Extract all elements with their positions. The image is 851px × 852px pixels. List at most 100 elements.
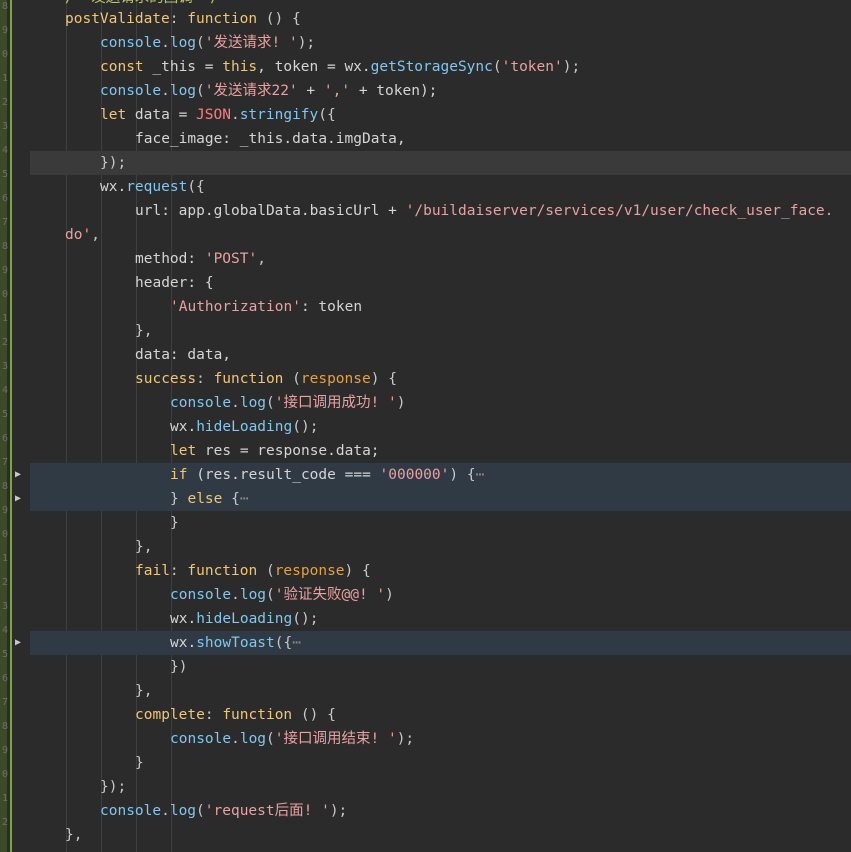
line-number: 2 (1, 97, 8, 108)
code-token: ) { (344, 563, 371, 579)
code-editor[interactable]: /* 发送请求的回调 */ postValidate: function () … (30, 0, 851, 852)
code-token: 'request后面! ' (204, 803, 330, 819)
code-token: }, (135, 323, 153, 339)
line-number: 1 (1, 793, 8, 804)
code-token: , (257, 251, 266, 267)
line-number: 0 (1, 289, 8, 300)
code-token: res = response.data; (196, 443, 380, 459)
code-token: log (239, 395, 267, 411)
code-text: const _this = this, token = wx.getStorag… (100, 55, 580, 79)
code-token: : token (300, 299, 363, 315)
line-number: 5 (1, 169, 8, 180)
code-token: function (222, 707, 293, 723)
chevron-right-icon[interactable]: ▶ (15, 631, 25, 655)
code-token: 'token' (501, 59, 563, 75)
code-text: fail: function (response) { (135, 559, 371, 583)
code-token: } (135, 755, 144, 771)
code-token: '发送请求! ' (204, 35, 298, 51)
code-token: method: (135, 251, 205, 267)
code-token: else (187, 491, 223, 507)
code-text: complete: function () { (135, 703, 336, 727)
code-text: } else {⋯ (170, 487, 249, 511)
code-line: data: data, (30, 343, 851, 367)
line-number: 4 (1, 145, 8, 156)
code-token: success (135, 371, 197, 387)
code-token: }); (100, 779, 127, 795)
code-line: complete: function () { (30, 703, 851, 727)
code-line: console.log('接口调用结束! '); (30, 727, 851, 751)
code-text: console.log('验证失败@@! ') (170, 583, 394, 607)
line-number: 0 (1, 769, 8, 780)
code-token: '验证失败@@! ' (274, 587, 386, 603)
code-token: wx. (170, 611, 197, 627)
chevron-right-icon[interactable]: ▶ (15, 487, 25, 511)
code-text: wx.hideLoading(); (170, 415, 318, 439)
code-token: } (170, 491, 188, 507)
code-token: showToast (196, 635, 275, 651)
code-token: }); (100, 155, 127, 171)
code-token: log (169, 35, 197, 51)
code-token: ) { (449, 467, 476, 483)
code-token: getStorageSync (370, 59, 493, 75)
line-number: 6 (1, 673, 8, 684)
code-token: + token); (350, 83, 438, 99)
code-token: console (170, 587, 232, 603)
code-line-folded[interactable]: if (res.result_code === '000000') {⋯ (30, 463, 851, 487)
code-text: }, (135, 535, 152, 559)
code-token: let (100, 107, 127, 123)
code-token: function (187, 563, 258, 579)
gutter-active-marker (10, 0, 12, 852)
code-token: , (91, 227, 100, 243)
line-number: 6 (1, 193, 8, 204)
code-line: do', (30, 223, 851, 247)
chevron-right-icon[interactable]: ▶ (15, 463, 25, 487)
code-text: let data = JSON.stringify({ (100, 103, 336, 127)
code-token: ( (283, 371, 301, 387)
code-token: wx. (100, 179, 127, 195)
code-line-folded[interactable]: wx.showToast({⋯ (30, 631, 851, 655)
code-token: response (274, 563, 345, 579)
code-text: }, (65, 823, 82, 847)
line-number: 9 (1, 25, 8, 36)
line-number: 3 (1, 361, 8, 372)
code-line: const _this = this, token = wx.getStorag… (30, 55, 851, 79)
code-token: response (300, 371, 371, 387)
code-token: (res.result_code === (187, 467, 380, 483)
line-number: 5 (1, 649, 8, 660)
code-text: if (res.result_code === '000000') {⋯ (170, 463, 484, 487)
line-number: 2 (1, 337, 8, 348)
code-text: } (170, 511, 179, 535)
code-token: log (239, 731, 267, 747)
code-token: JSON (196, 107, 231, 123)
line-number: 1 (1, 313, 8, 324)
line-number: 8 (1, 481, 8, 492)
code-token: _this = (143, 59, 223, 75)
line-number: 8 (1, 241, 8, 252)
fold-ellipsis-icon[interactable]: ⋯ (240, 491, 249, 507)
line-number: 7 (1, 697, 8, 708)
code-token: ( (266, 587, 275, 603)
code-line: header: { (30, 271, 851, 295)
line-number: 4 (1, 385, 8, 396)
code-line: } (30, 751, 851, 775)
code-token: data: data, (135, 347, 232, 363)
code-token: , token = wx. (257, 59, 371, 75)
code-line: }) (30, 655, 851, 679)
code-token: complete (135, 707, 205, 723)
code-text: console.log('request后面! '); (100, 799, 347, 823)
code-line: }); (30, 151, 851, 175)
code-token: + (297, 83, 324, 99)
line-number: 9 (1, 745, 8, 756)
code-token: : (169, 563, 188, 579)
code-line: wx.hideLoading(); (30, 607, 851, 631)
fold-ellipsis-icon[interactable]: ⋯ (476, 467, 485, 483)
code-token: ( (196, 803, 205, 819)
code-line-folded[interactable]: } else {⋯ (30, 487, 851, 511)
fold-ellipsis-icon[interactable]: ⋯ (292, 635, 301, 651)
code-token: request (126, 179, 188, 195)
code-token: . (161, 35, 170, 51)
code-text: }, (135, 319, 152, 343)
line-number: 1 (1, 73, 8, 84)
code-token: '接口调用成功! ' (274, 395, 397, 411)
code-text: console.log('接口调用结束! '); (170, 727, 414, 751)
